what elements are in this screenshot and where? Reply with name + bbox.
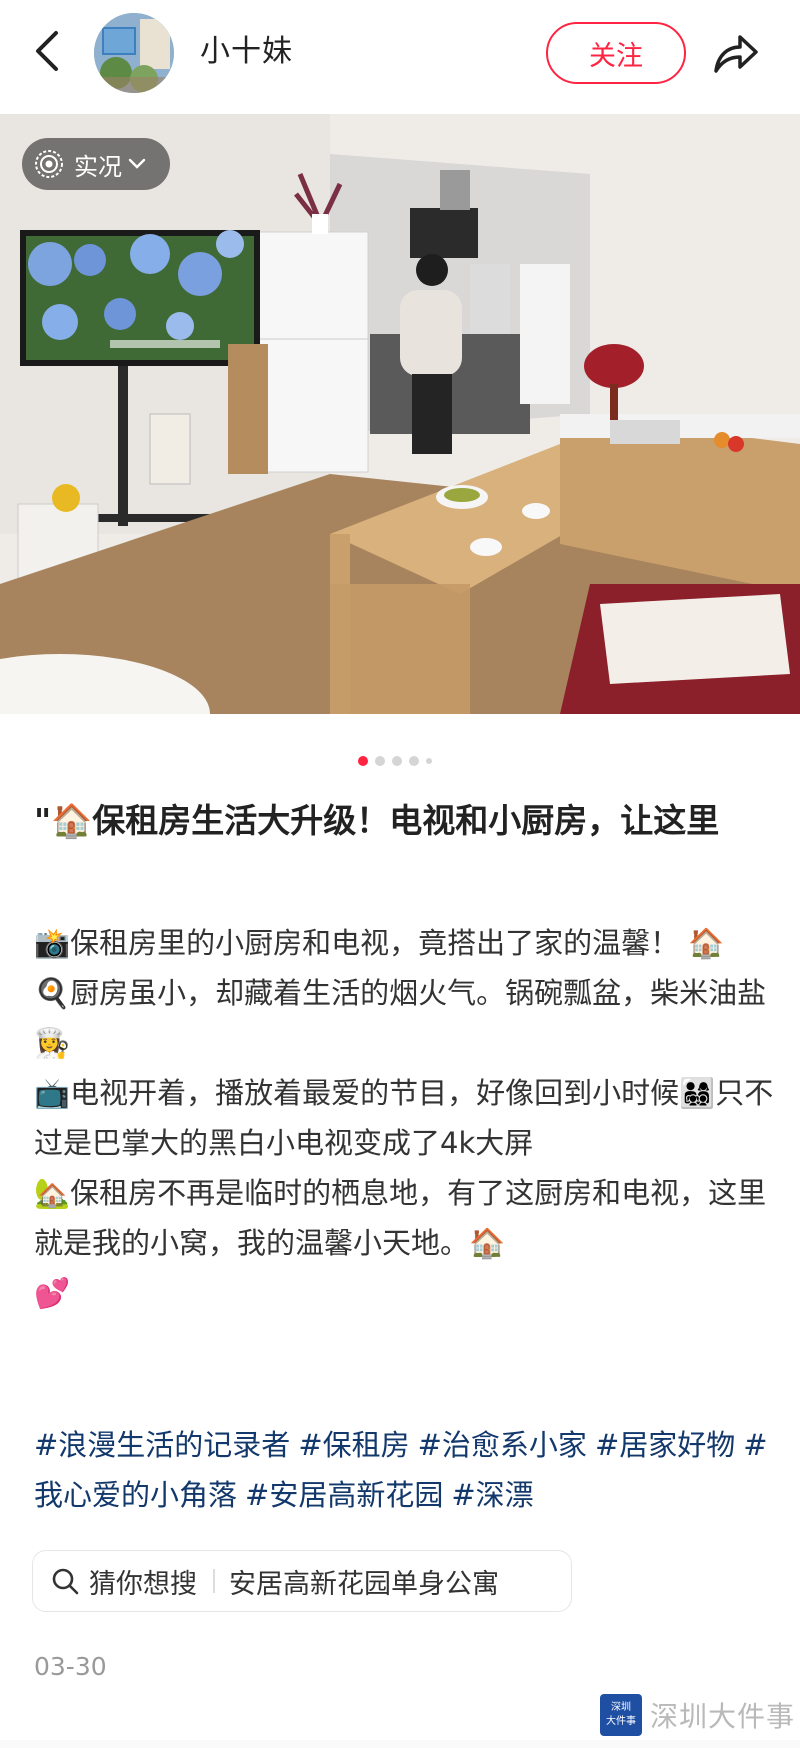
back-button[interactable] xyxy=(26,26,66,76)
hashtag-link[interactable]: #浪漫生活的记录者 xyxy=(34,1428,290,1462)
body-paragraph: 🏡保租房不再是临时的栖息地，有了这厨房和电视，这里就是我的小窝，我的温馨小天地。… xyxy=(34,1176,767,1260)
body-paragraph: 📸保租房里的小厨房和电视，竟搭出了家的温馨！ 🏠 xyxy=(34,926,725,960)
hashtag-link[interactable]: #居家好物 xyxy=(595,1428,735,1462)
watermark-logo: 深圳 大件事 xyxy=(600,1694,642,1736)
carousel-dot[interactable] xyxy=(392,756,402,766)
carousel-dot[interactable] xyxy=(358,756,368,766)
search-suggestion-label: 猜你想搜 xyxy=(89,1568,197,1600)
source-watermark: 深圳 大件事 深圳大件事 xyxy=(600,1692,795,1738)
carousel-indicator xyxy=(358,754,432,768)
author-avatar[interactable] xyxy=(94,13,174,93)
bottom-divider xyxy=(0,1740,800,1748)
room-illustration xyxy=(0,114,800,714)
share-icon xyxy=(714,35,758,73)
search-suggestion-term[interactable]: 安居高新花园单身公寓 xyxy=(229,1562,499,1601)
divider xyxy=(213,1569,215,1593)
live-photo-icon xyxy=(35,150,63,178)
hashtag-link[interactable]: #治愈系小家 xyxy=(418,1428,587,1462)
search-suggestion[interactable]: 猜你想搜 安居高新花园单身公寓 xyxy=(32,1550,572,1612)
watermark-logo-text: 大件事 xyxy=(606,1716,636,1727)
hashtag-list: #浪漫生活的记录者 #保租房 #治愈系小家 #居家好物 #我心爱的小角落 #安居高新花园 #… xyxy=(34,1420,774,1520)
carousel-dot[interactable] xyxy=(409,756,419,766)
live-photo-badge[interactable]: 实况 xyxy=(22,138,170,190)
body-paragraph: 🍳厨房虽小，却藏着生活的烟火气。锅碗瓢盆，柴米油盐👩‍🍳 xyxy=(34,976,767,1060)
search-icon xyxy=(52,1568,79,1595)
post-title: "🏠保租房生活大升级！电视和小厨房，让这里 xyxy=(34,801,720,840)
hashtag-link[interactable]: #保租房 xyxy=(298,1428,409,1462)
back-arrow-icon xyxy=(36,31,58,71)
share-button[interactable] xyxy=(710,26,762,80)
body-paragraph: 💕 xyxy=(34,1276,71,1310)
author-name[interactable]: 小十妹 xyxy=(200,30,293,74)
chevron-down-icon xyxy=(128,158,146,169)
body-paragraph: 📺电视开着，播放着最爱的节目，好像回到小时候👨‍👩‍👧‍👦只不过是巴掌大的黑白小… xyxy=(34,1076,774,1160)
hashtag-link[interactable]: #安居高新花园 xyxy=(245,1478,443,1512)
carousel-dot[interactable] xyxy=(426,758,432,764)
avatar-image xyxy=(94,13,174,93)
watermark-text: 深圳大件事 xyxy=(650,1700,796,1733)
follow-button[interactable]: 关注 xyxy=(546,22,686,84)
hashtag-link[interactable]: #深漂 xyxy=(451,1478,533,1512)
post-photo[interactable]: 实况 xyxy=(0,114,800,714)
post-date: 03-30 xyxy=(34,1652,107,1681)
watermark-logo-text: 深圳 xyxy=(611,1702,631,1713)
post-body: 📸保租房里的小厨房和电视，竟搭出了家的温馨！ 🏠 🍳厨房虽小，却藏着生活的烟火气… xyxy=(34,918,774,1318)
live-photo-label: 实况 xyxy=(74,152,122,181)
carousel-dot[interactable] xyxy=(375,756,385,766)
top-bar: 小十妹 关注 xyxy=(0,0,800,112)
